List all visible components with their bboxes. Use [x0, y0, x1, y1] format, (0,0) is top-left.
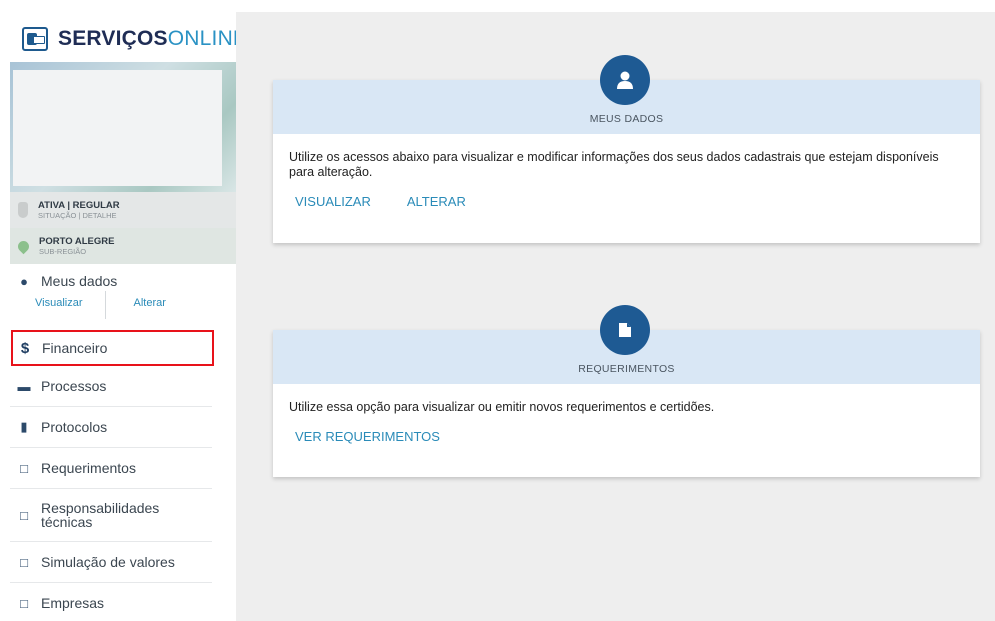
- clipboard-icon: □: [20, 507, 28, 523]
- sidebar-item-meus-dados: ● Meus dados Visualizar Alterar: [10, 264, 212, 330]
- dollar-icon: $: [20, 339, 30, 357]
- clipboard-icon: □: [20, 460, 28, 476]
- sidebar-item-simulacao[interactable]: □ Simulação de valores: [10, 542, 212, 583]
- status-subregiao: PORTO ALEGRE SUB-REGIÃO: [10, 228, 236, 264]
- sidebar-item-label-line2: técnicas: [41, 514, 93, 530]
- card-title: MEUS DADOS: [589, 113, 664, 125]
- ver-requerimentos-link[interactable]: VER REQUERIMENTOS: [295, 429, 440, 444]
- sidebar-item-empresas[interactable]: □ Empresas: [10, 583, 212, 621]
- status-subregiao-label: SUB-REGIÃO: [39, 247, 87, 256]
- brand-logo[interactable]: SERVIÇOSONLINE: [22, 26, 247, 52]
- clipboard-icon: □: [20, 595, 28, 611]
- sidebar-item-protocolos[interactable]: ▮ Protocolos: [10, 407, 212, 448]
- status-subregiao-value: PORTO ALEGRE: [39, 236, 115, 247]
- sidebar-item-label: Processos: [41, 378, 107, 394]
- card-meus-dados: MEUS DADOS Utilize os acessos abaixo par…: [273, 55, 980, 243]
- sidebar-nav: ● Meus dados Visualizar Alterar $ Financ…: [10, 264, 236, 621]
- card-title: REQUERIMENTOS: [578, 363, 675, 375]
- sidebar-item-financeiro[interactable]: $ Financeiro: [11, 330, 214, 366]
- sidebar-item-processos[interactable]: ▬ Processos: [10, 366, 212, 407]
- card-description: Utilize essa opção para visualizar ou em…: [289, 400, 715, 414]
- folder-icon: ▬: [17, 378, 31, 394]
- user-icon: [600, 55, 650, 105]
- card-description: Utilize os acessos abaixo para visualiza…: [289, 150, 939, 179]
- user-icon: ●: [20, 273, 28, 289]
- meus-dados-alterar-link[interactable]: Alterar: [134, 297, 166, 319]
- card-header: MEUS DADOS: [273, 55, 980, 134]
- document-icon: ▮: [20, 419, 28, 434]
- sidebar-item-label[interactable]: Meus dados: [41, 273, 117, 289]
- profile-photo: [13, 70, 222, 186]
- sidebar-item-label: Requerimentos: [41, 460, 136, 476]
- sidebar-item-requerimentos[interactable]: □ Requerimentos: [10, 448, 212, 489]
- card-header: REQUERIMENTOS: [273, 305, 980, 384]
- divider: [104, 291, 106, 319]
- alterar-link[interactable]: ALTERAR: [407, 194, 466, 209]
- meus-dados-visualizar-link[interactable]: Visualizar: [35, 297, 83, 319]
- sidebar-item-label: Simulação de valores: [41, 554, 175, 570]
- sidebar-item-label: Empresas: [41, 595, 105, 611]
- location-pin-icon: [15, 238, 32, 254]
- brand-logo-icon: [22, 27, 48, 51]
- card-requerimentos: REQUERIMENTOS Utilize essa opção para vi…: [273, 305, 980, 477]
- status-situacao-value: ATIVA | REGULAR: [38, 200, 120, 211]
- brand-name-part1: SERVIÇOS: [58, 27, 168, 50]
- sidebar-item-label: Protocolos: [41, 419, 108, 435]
- clipboard-icon: □: [20, 554, 28, 570]
- visualizar-link[interactable]: VISUALIZAR: [295, 194, 371, 209]
- sidebar: SERVIÇOSONLINE ATIVA | REGULAR SITUAÇÃO …: [0, 0, 247, 621]
- sidebar-item-responsabilidades[interactable]: □ Responsabilidades técnicas: [10, 489, 212, 542]
- sidebar-item-label: Financeiro: [42, 340, 108, 356]
- document-icon: [600, 305, 650, 355]
- main-content: MEUS DADOS Utilize os acessos abaixo par…: [236, 12, 995, 621]
- lock-icon: [18, 202, 28, 218]
- status-situacao: ATIVA | REGULAR SITUAÇÃO | DETALHE: [10, 192, 236, 228]
- status-situacao-label: SITUAÇÃO | DETALHE: [38, 211, 117, 220]
